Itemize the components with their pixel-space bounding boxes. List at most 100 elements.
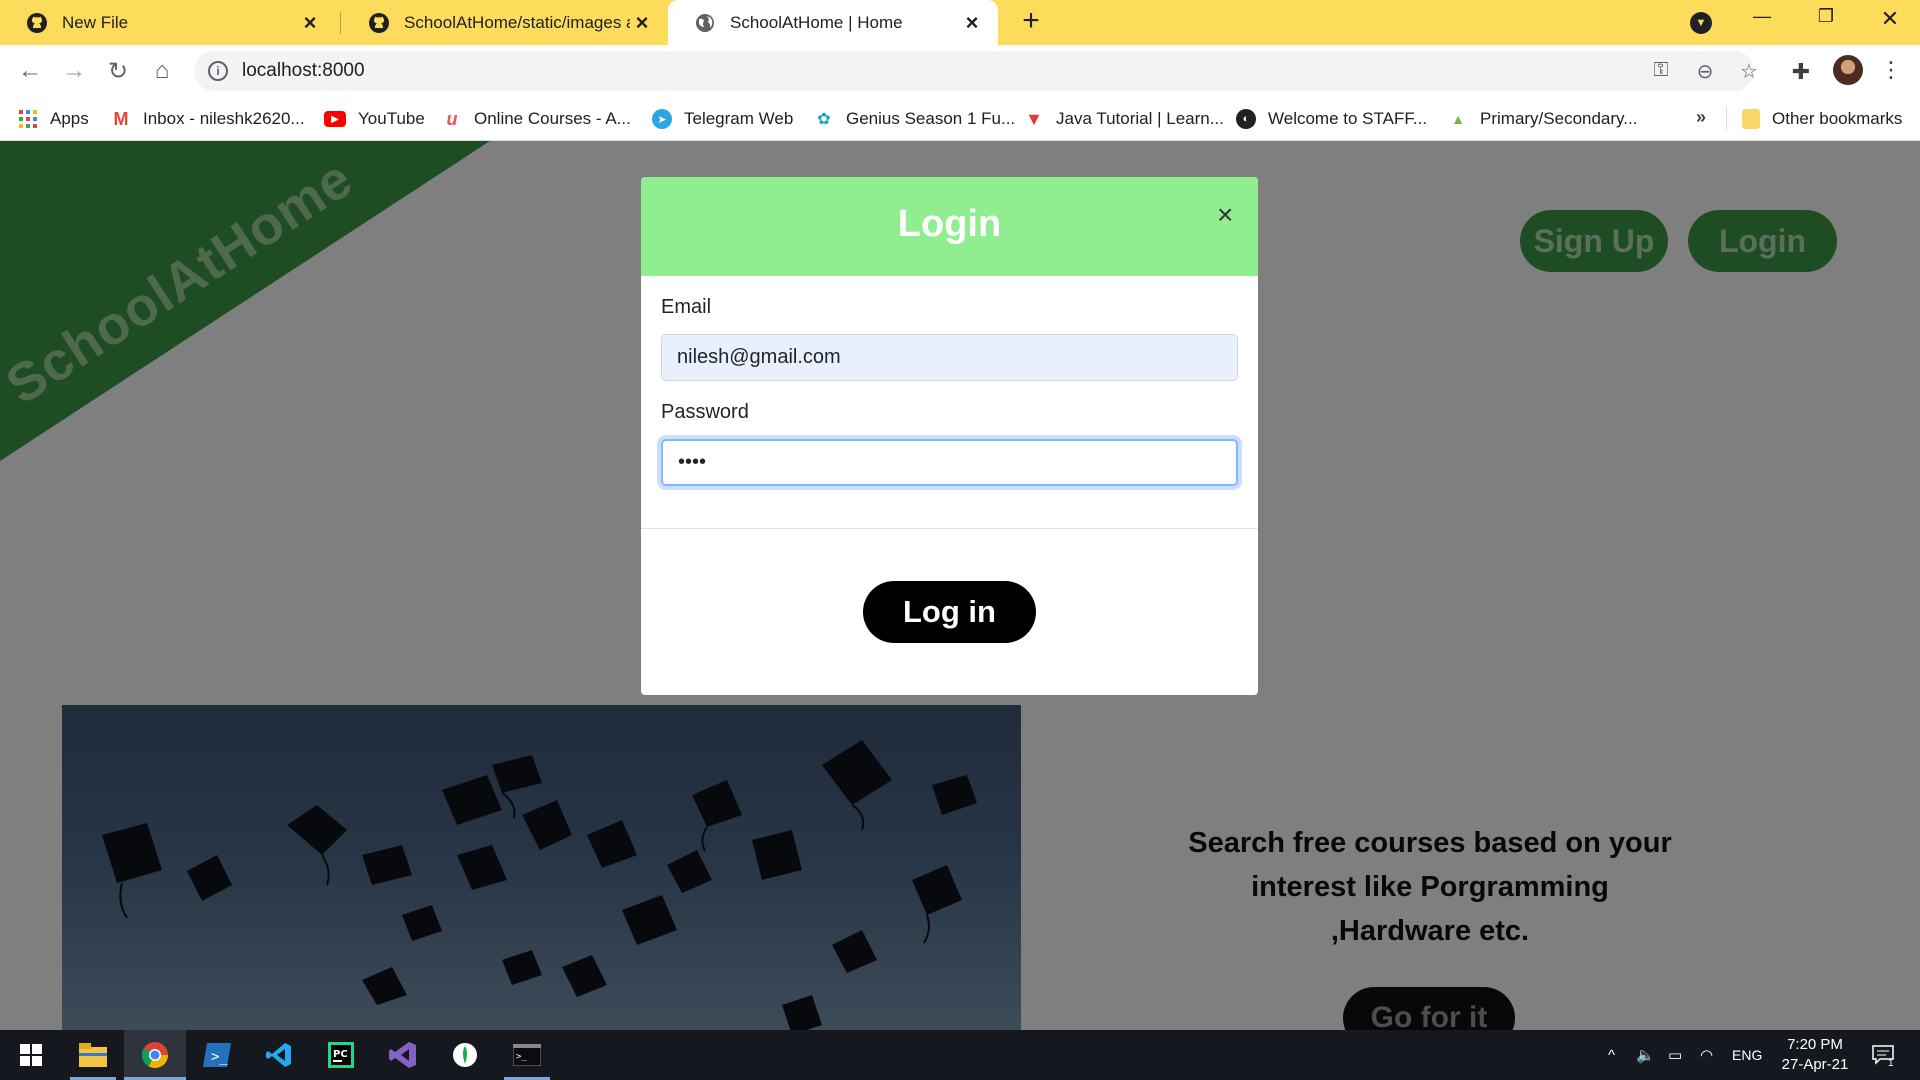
page-viewport: SchoolAtHome Sign Up Login xyxy=(0,141,1920,1030)
login-modal: Login × Email Password Log in xyxy=(641,177,1258,695)
globe-icon: ◐ xyxy=(1236,109,1256,129)
password-label: Password xyxy=(661,401,749,423)
clock-date: 27-Apr-21 xyxy=(1781,1056,1849,1073)
bookmarks-bar: Apps M Inbox - nileshk2620... ▶ YouTube … xyxy=(0,97,1920,141)
email-field[interactable] xyxy=(661,334,1238,381)
file-explorer-icon[interactable] xyxy=(62,1030,124,1080)
back-arrow-icon[interactable]: ← xyxy=(14,55,46,87)
extensions-icon[interactable]: ✚ xyxy=(1788,59,1814,85)
bookmark-other[interactable]: Other bookmarks xyxy=(1742,97,1902,141)
globe-icon xyxy=(694,12,716,34)
modal-header: Login × xyxy=(641,177,1258,276)
url-text: localhost:8000 xyxy=(242,60,365,81)
github-icon xyxy=(368,12,390,34)
tab-divider xyxy=(340,12,341,34)
bookmark-label: Java Tutorial | Learn... xyxy=(1056,109,1224,128)
zoom-icon[interactable]: ⊖ xyxy=(1692,59,1718,85)
windows-taskbar: >_ PC >_ ^ 🔈 ▭ ◠ ENG 7:20 PM 27-Apr-21 1 xyxy=(0,1030,1920,1080)
gmail-icon: M xyxy=(113,108,129,129)
notification-count: 1 xyxy=(1888,1057,1894,1069)
tab-new-file[interactable]: New File × xyxy=(0,0,336,45)
modal-footer-divider xyxy=(641,528,1258,529)
terminal-icon[interactable]: >_ xyxy=(496,1030,558,1080)
vscode-icon[interactable] xyxy=(248,1030,310,1080)
login-submit-button[interactable]: Log in xyxy=(863,581,1036,643)
bookmark-label: Other bookmarks xyxy=(1772,109,1903,128)
bookmark-java-tutorial[interactable]: ▼ Java Tutorial | Learn... xyxy=(1024,97,1224,141)
clock-time: 7:20 PM xyxy=(1787,1036,1843,1053)
svg-text:>_: >_ xyxy=(516,1052,527,1062)
key-icon[interactable]: ⚿ xyxy=(1648,59,1674,85)
tab-close-icon[interactable]: × xyxy=(630,10,654,36)
address-bar[interactable]: i localhost:8000 ⚿ ⊖ ☆ xyxy=(194,51,1758,91)
bookmark-label: Online Courses - A... xyxy=(474,109,631,128)
bookmark-apps[interactable]: Apps xyxy=(18,97,89,141)
pycharm-icon[interactable]: PC xyxy=(310,1030,372,1080)
bookmark-label: Genius Season 1 Fu... xyxy=(846,109,1016,128)
tab-close-icon[interactable]: × xyxy=(298,10,322,36)
battery-icon[interactable]: ▭ xyxy=(1668,1030,1682,1080)
profile-avatar[interactable] xyxy=(1833,55,1863,85)
windows-start-icon[interactable] xyxy=(0,1030,62,1080)
apps-grid-icon xyxy=(18,109,38,129)
tab-label: New File xyxy=(62,12,129,32)
browser-toolbar: ← → ↻ ⌂ i localhost:8000 ⚿ ⊖ ☆ ✚ ⋮ xyxy=(0,45,1920,97)
bookmark-label: Welcome to STAFF... xyxy=(1268,109,1428,128)
bookmark-genius[interactable]: ✿ Genius Season 1 Fu... xyxy=(814,97,1015,141)
svg-text:>_: >_ xyxy=(211,1049,228,1065)
bookmarks-divider xyxy=(1726,107,1727,131)
tab-label: SchoolAtHome/static/images at r xyxy=(404,12,630,32)
powershell-icon[interactable]: >_ xyxy=(186,1030,248,1080)
volume-icon[interactable]: 🔈 xyxy=(1636,1030,1655,1080)
window-close-icon[interactable]: ✕ xyxy=(1870,6,1910,36)
bookmark-label: Inbox - nileshk2620... xyxy=(143,109,305,128)
bookmark-label: Apps xyxy=(50,109,89,128)
bookmark-youtube[interactable]: ▶ YouTube xyxy=(324,97,425,141)
folder-icon xyxy=(1742,109,1760,129)
modal-title: Login xyxy=(897,203,1002,245)
wifi-icon[interactable]: ◠ xyxy=(1700,1030,1713,1080)
forward-arrow-icon[interactable]: → xyxy=(58,55,90,87)
bookmark-staff[interactable]: ◐ Welcome to STAFF... xyxy=(1236,97,1427,141)
bookmark-primary-secondary[interactable]: ▲ Primary/Secondary... xyxy=(1448,97,1637,141)
bookmark-label: YouTube xyxy=(358,109,425,128)
home-icon[interactable]: ⌂ xyxy=(146,55,178,87)
email-label: Email xyxy=(661,296,712,318)
restore-icon[interactable]: ❐ xyxy=(1806,6,1846,36)
bookmark-online-courses[interactable]: u Online Courses - A... xyxy=(442,97,631,141)
tab-search-icon[interactable]: ▼ xyxy=(1690,12,1712,34)
github-icon xyxy=(26,12,48,34)
star-icon[interactable]: ☆ xyxy=(1736,59,1762,85)
bookmark-label: Primary/Secondary... xyxy=(1480,109,1638,128)
youtube-icon: ▶ xyxy=(324,111,346,127)
visual-studio-icon[interactable] xyxy=(372,1030,434,1080)
taskbar-clock[interactable]: 7:20 PM 27-Apr-21 xyxy=(1760,1035,1870,1075)
android-icon: ▲ xyxy=(1451,111,1465,127)
udemy-icon: u xyxy=(446,108,458,129)
tab-label: SchoolAtHome | Home xyxy=(730,12,903,32)
bookmark-gmail[interactable]: M Inbox - nileshk2620... xyxy=(111,97,305,141)
language-indicator[interactable]: ENG xyxy=(1732,1030,1762,1080)
bookmarks-overflow-button[interactable]: » xyxy=(1696,107,1706,128)
tab-github-images[interactable]: SchoolAtHome/static/images at r × xyxy=(342,0,668,45)
tray-overflow-icon[interactable]: ^ xyxy=(1608,1030,1615,1080)
notifications-icon[interactable]: 1 xyxy=(1872,1030,1894,1080)
mongodb-compass-icon[interactable] xyxy=(434,1030,496,1080)
menu-kebab-icon[interactable]: ⋮ xyxy=(1880,57,1902,83)
close-icon[interactable]: × xyxy=(1217,201,1233,229)
reload-icon[interactable]: ↻ xyxy=(102,55,134,87)
svg-text:PC: PC xyxy=(333,1049,348,1060)
site-info-icon[interactable]: i xyxy=(208,61,228,81)
bookmark-telegram[interactable]: ➤ Telegram Web xyxy=(652,97,793,141)
tpoint-icon: ▼ xyxy=(1025,108,1043,129)
bookmark-label: Telegram Web xyxy=(684,109,794,128)
minimize-icon[interactable]: — xyxy=(1742,6,1782,36)
new-tab-button[interactable]: + xyxy=(1016,6,1046,38)
genius-icon: ✿ xyxy=(817,111,831,128)
telegram-icon: ➤ xyxy=(652,109,672,129)
tab-schoolathome-home[interactable]: SchoolAtHome | Home × xyxy=(668,0,998,45)
password-field[interactable] xyxy=(661,439,1238,486)
tab-close-icon[interactable]: × xyxy=(960,10,984,36)
tab-bar: New File × SchoolAtHome/static/images at… xyxy=(0,0,1920,45)
chrome-icon[interactable] xyxy=(124,1030,186,1080)
